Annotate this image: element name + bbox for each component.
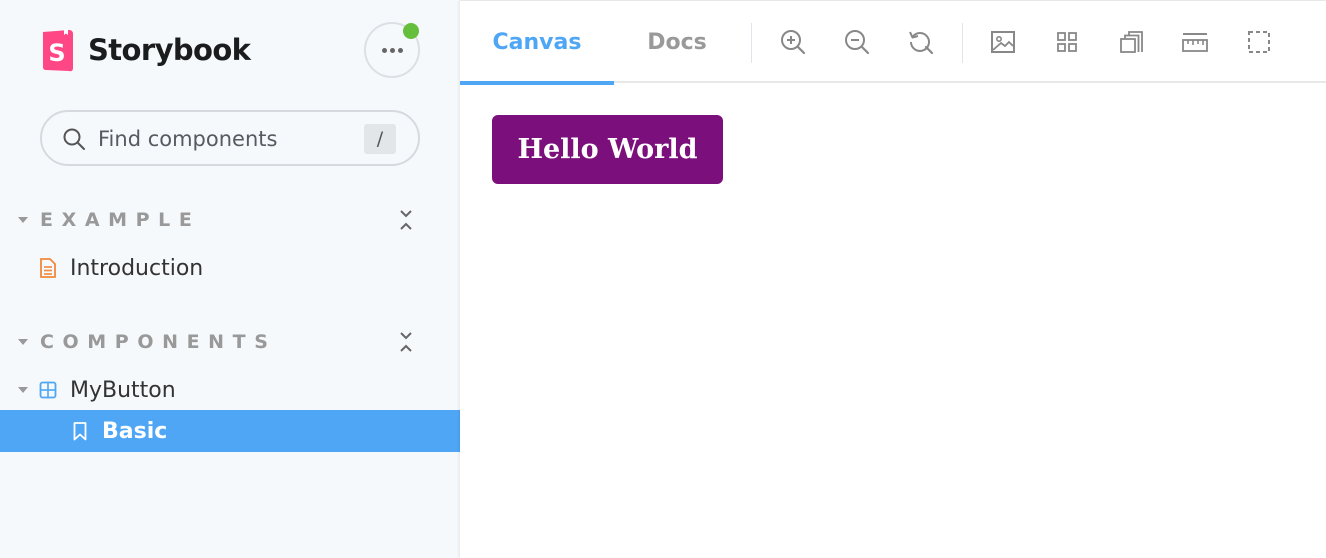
- toolbar: Canvas Docs: [460, 1, 1326, 85]
- brand-name: Storybook: [88, 33, 251, 67]
- sidebar-item-label: MyButton: [70, 377, 176, 403]
- story-canvas: Hello World: [460, 85, 1326, 558]
- zoom-out-button[interactable]: [842, 27, 872, 57]
- collapse-all-icon[interactable]: [394, 330, 418, 354]
- zoom-reset-button[interactable]: [906, 27, 936, 57]
- background-icon: [991, 31, 1015, 53]
- section-example[interactable]: EXAMPLE: [18, 208, 418, 232]
- measure-button[interactable]: [1180, 27, 1210, 57]
- search-shortcut-key: /: [364, 124, 396, 154]
- viewport-icon: [1120, 31, 1143, 53]
- caret-down-icon: [18, 387, 28, 393]
- zoom-reset-icon: [909, 31, 934, 55]
- measure-icon: [1182, 33, 1208, 52]
- zoom-in-button[interactable]: [778, 27, 808, 57]
- search-box[interactable]: /: [40, 110, 420, 166]
- section-components[interactable]: COMPONENTS: [18, 330, 418, 354]
- grid-icon: [1057, 32, 1077, 52]
- component-icon: [39, 381, 57, 399]
- sidebar-item-introduction[interactable]: Introduction: [0, 247, 460, 289]
- tab-label: Canvas: [492, 29, 582, 55]
- search-input[interactable]: [98, 124, 358, 154]
- section-label: EXAMPLE: [40, 209, 201, 231]
- preview-panel: Canvas Docs Hello World: [460, 0, 1326, 558]
- sidebar-item-basic[interactable]: Basic: [0, 410, 460, 452]
- tab-canvas[interactable]: Canvas: [460, 1, 614, 85]
- grid-button[interactable]: [1052, 27, 1082, 57]
- sidebar-item-label: Basic: [102, 418, 168, 444]
- toolbar-divider: [751, 23, 752, 63]
- document-icon: [40, 258, 56, 278]
- toolbar-divider: [962, 23, 963, 63]
- background-button[interactable]: [988, 27, 1018, 57]
- tab-docs[interactable]: Docs: [614, 1, 740, 83]
- section-label: COMPONENTS: [40, 331, 277, 353]
- caret-down-icon: [18, 217, 28, 223]
- tab-label: Docs: [647, 29, 707, 55]
- logo-letter: S: [48, 39, 65, 67]
- search-icon: [63, 128, 85, 150]
- collapse-all-icon[interactable]: [394, 208, 418, 232]
- outline-button[interactable]: [1244, 27, 1274, 57]
- sidebar: S Storybook / EXAMPLE Introduction: [0, 0, 460, 558]
- sidebar-item-label: Introduction: [70, 255, 204, 281]
- sidebar-item-mybutton[interactable]: MyButton: [0, 369, 460, 411]
- zoom-out-icon: [845, 30, 870, 55]
- viewport-button[interactable]: [1116, 27, 1146, 57]
- brand[interactable]: S Storybook: [40, 28, 251, 72]
- outline-icon: [1248, 31, 1270, 53]
- zoom-in-icon: [781, 30, 806, 55]
- hello-world-button[interactable]: Hello World: [492, 115, 723, 184]
- bookmark-icon: [73, 422, 87, 441]
- storybook-logo-icon: S: [43, 29, 73, 72]
- update-status-dot: [403, 23, 419, 39]
- caret-down-icon: [18, 339, 28, 345]
- ellipsis-icon: [381, 47, 403, 53]
